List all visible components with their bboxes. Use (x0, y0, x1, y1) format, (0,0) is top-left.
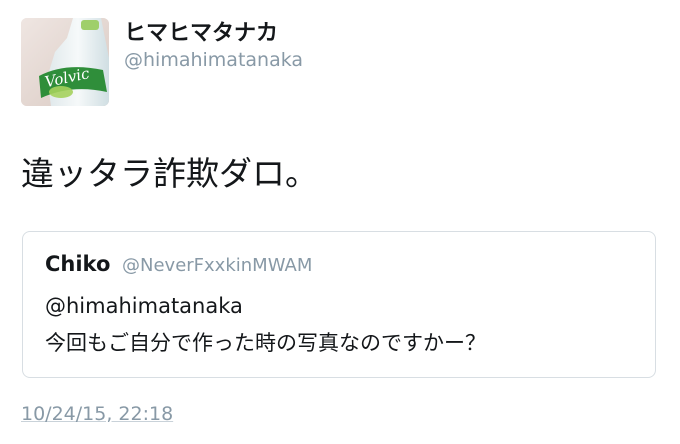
quoted-tweet-mention: @himahimatanaka (45, 294, 243, 318)
quoted-tweet-text: 今回もご自分で作った時の写真なのですかー？ (45, 331, 486, 355)
tweet-text: 違ッタラ詐欺ダロ。 (21, 154, 318, 193)
quoted-author-handle: @NeverFxxkinMWAM (122, 255, 313, 276)
quoted-author-name: Chiko (45, 252, 111, 276)
avatar-image: Volvic (21, 18, 109, 106)
avatar[interactable]: Volvic (21, 18, 109, 106)
tweet-timestamp[interactable]: 10/24/15, 22:18 (21, 403, 173, 425)
author-handle[interactable]: @himahimatanaka (124, 49, 303, 71)
quoted-tweet-card[interactable]: Chiko @NeverFxxkinMWAM @himahimatanaka 今… (22, 231, 656, 378)
author-display-name[interactable]: ヒマヒマタナカ (124, 15, 278, 47)
